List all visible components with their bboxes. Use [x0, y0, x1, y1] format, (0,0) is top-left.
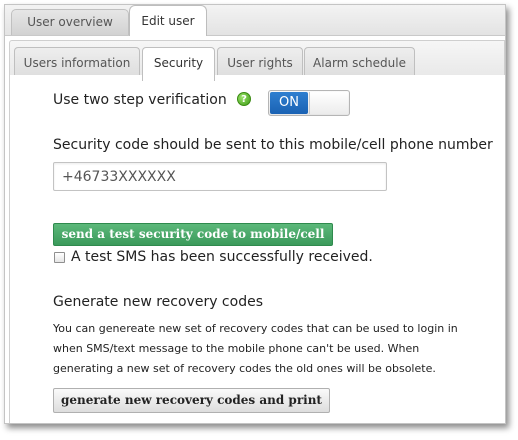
security-panel: Use two step verification ? ON Security …	[9, 75, 505, 423]
recovery-text-line: generating a new set of recovery codes t…	[53, 362, 436, 375]
recovery-text-line: You can genereate new set of recovery co…	[53, 322, 458, 335]
sms-received-checkbox[interactable]	[54, 252, 65, 263]
edit-user-window: User overview Edit user Users informatio…	[4, 4, 506, 424]
question-mark-icon[interactable]: ?	[237, 92, 251, 106]
sub-tab-bar: Users information Security User rights A…	[5, 36, 505, 81]
top-tab-bar: User overview Edit user	[5, 5, 505, 36]
tab-security[interactable]: Security	[142, 47, 215, 81]
send-test-code-button[interactable]: send a test security code to mobile/cell	[53, 223, 333, 246]
generate-recovery-codes-button[interactable]: generate new recovery codes and print	[53, 388, 330, 413]
two-step-toggle[interactable]: ON	[268, 90, 350, 116]
two-step-verification-label: Use two step verification	[53, 92, 227, 108]
tab-user-overview[interactable]: User overview	[11, 9, 129, 35]
recovery-text-line: when SMS/text message to the mobile phon…	[53, 342, 420, 355]
tab-edit-user[interactable]: Edit user	[129, 5, 207, 36]
sms-received-label: A test SMS has been successfully receive…	[71, 249, 373, 265]
phone-number-input[interactable]	[53, 162, 387, 191]
phone-number-label: Security code should be sent to this mob…	[53, 137, 493, 153]
recovery-codes-description: You can genereate new set of recovery co…	[53, 319, 493, 379]
recovery-codes-heading: Generate new recovery codes	[53, 294, 263, 310]
toggle-knob	[309, 92, 348, 114]
sub-tab-strip: Users information Security User rights A…	[9, 40, 505, 81]
toggle-on-label: ON	[270, 92, 308, 114]
